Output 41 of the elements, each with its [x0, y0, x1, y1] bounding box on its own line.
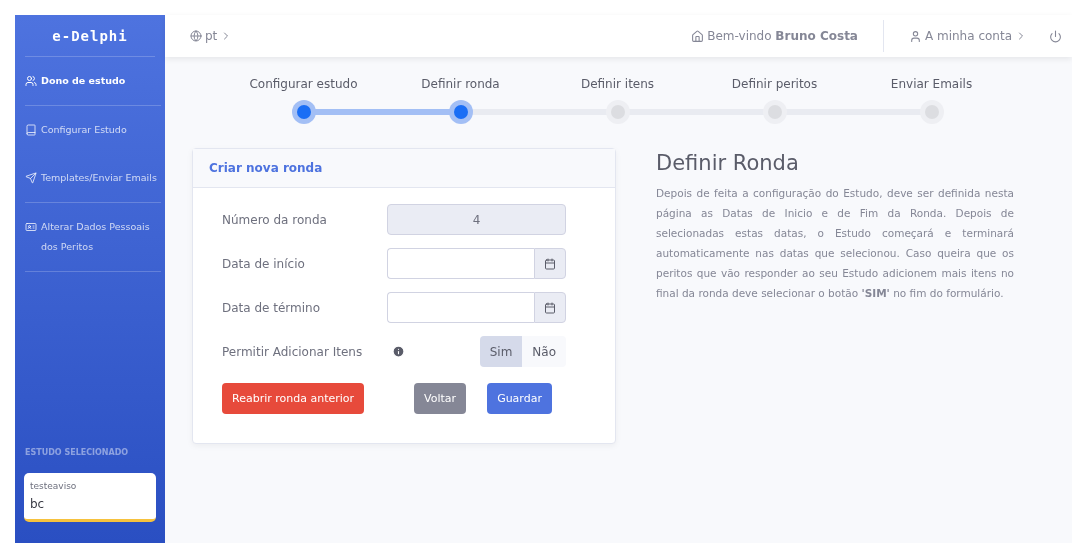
- home-icon: [691, 29, 705, 43]
- back-button[interactable]: Voltar: [414, 383, 467, 414]
- sidebar-item[interactable]: Alterar Dados Pessoais dos Peritos: [25, 203, 161, 272]
- step-label: Enviar Emails: [890, 77, 973, 93]
- info-icon[interactable]: [392, 345, 406, 358]
- study-value: bc: [30, 497, 46, 511]
- step-label: Definir peritos: [731, 77, 818, 93]
- sidebar-item[interactable]: Configurar Estudo: [25, 106, 161, 154]
- help-text: Depois de feita a configuração do Estudo, deve ser definida nesta página as Datas de Inicio e de Fim da Ronda. Depois de selecionadas estas datas, o Estudo começará e terminará automaticamente nas datas que selecionou. Caso queira que os peritos que vão responder ao seu Estudo adicionem mais itens no final da ronda deve selecionar o botão 'SIM' no fim do formulário.: [656, 186, 1014, 301]
- round-number-field: 4: [387, 204, 566, 235]
- step-label: Definir itens: [580, 77, 655, 93]
- calendar-button[interactable]: [534, 292, 566, 323]
- field-label: Permitir Adicionar Itens: [222, 344, 363, 359]
- logo: e-Delphi: [25, 15, 155, 57]
- globe-icon: [190, 30, 202, 42]
- reopen-button[interactable]: Reabrir ronda anterior: [222, 383, 365, 414]
- save-button[interactable]: Guardar: [487, 383, 552, 414]
- step-label: Definir ronda: [421, 77, 500, 93]
- welcome-text: Bem-vindo Bruno Costa: [707, 29, 858, 43]
- calendar-icon: [544, 257, 556, 270]
- field-label: Data de término: [222, 300, 321, 315]
- user-icon: [908, 29, 922, 43]
- date-field[interactable]: [387, 248, 534, 279]
- sidebar-item[interactable]: Templates/Enviar Emails: [25, 154, 161, 203]
- toggle-option[interactable]: Sim: [479, 336, 523, 367]
- selected-study-card[interactable]: testeaviso bc: [24, 473, 156, 522]
- language-link[interactable]: pt: [190, 29, 233, 43]
- date-field[interactable]: [387, 292, 534, 323]
- step-label: Configurar estudo: [249, 77, 358, 93]
- account-link[interactable]: A minha conta: [908, 29, 1027, 43]
- section-heading: ESTUDO SELECIONADO: [25, 448, 130, 459]
- help-title: Definir Ronda: [656, 151, 800, 175]
- calendar-button[interactable]: [534, 248, 566, 279]
- sidebar-item[interactable]: Dono de estudo: [25, 57, 161, 106]
- card-title: Criar nova ronda: [193, 149, 615, 188]
- toggle-option[interactable]: Não: [522, 336, 566, 367]
- study-title: testeaviso: [30, 481, 78, 491]
- calendar-icon: [544, 301, 556, 314]
- field-label: Data de início: [222, 256, 305, 271]
- field-label: Número da ronda: [222, 212, 327, 227]
- power-icon[interactable]: [1049, 29, 1062, 43]
